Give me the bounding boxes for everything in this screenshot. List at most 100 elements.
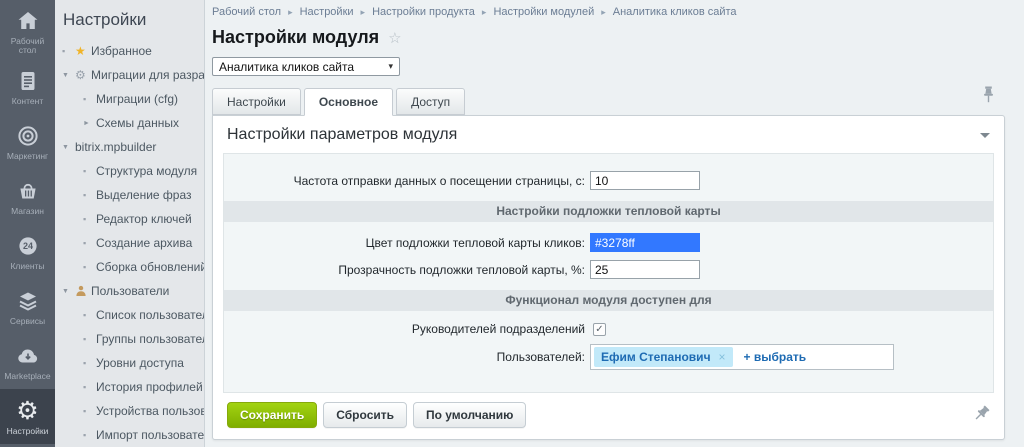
- field-label: Руководителей подразделений: [224, 322, 590, 336]
- sidebar-item-users[interactable]: ▼ Пользователи: [55, 279, 204, 303]
- bullet-icon: ▪: [62, 47, 75, 56]
- managers-checkbox[interactable]: ✓: [593, 323, 606, 336]
- user-icon: [75, 285, 91, 297]
- sidebar-item-phrase-highlight[interactable]: ▪ Выделение фраз: [55, 183, 204, 207]
- basket-icon: [16, 178, 40, 204]
- nav-item-shop[interactable]: Магазин: [0, 169, 55, 224]
- form-row-frequency: Частота отправки данных о посещении стра…: [224, 171, 993, 190]
- bullet-icon: ▪: [83, 431, 96, 440]
- sidebar-item-module-structure[interactable]: ▪ Структура модуля: [55, 159, 204, 183]
- sidebar-item-label: Импорт пользователей: [96, 428, 204, 442]
- nav-item-clients[interactable]: 24 Клиенты: [0, 224, 55, 279]
- sidebar-item-migrations[interactable]: ▼ ⚙ Миграции для разработчик: [55, 63, 204, 87]
- page-title: Настройки модуля: [212, 27, 379, 48]
- breadcrumb-module-settings[interactable]: Настройки модулей: [493, 6, 594, 18]
- field-label: Частота отправки данных о посещении стра…: [224, 174, 590, 188]
- sidebar-item-favorites[interactable]: ▪ ★ Избранное: [55, 39, 204, 63]
- reset-button[interactable]: Сбросить: [323, 402, 407, 428]
- sidebar-item-user-list[interactable]: ▪ Список пользователей: [55, 303, 204, 327]
- gear-icon: ⚙: [75, 69, 91, 81]
- sidebar-item-user-import[interactable]: ▪ Импорт пользователей: [55, 423, 204, 447]
- default-button[interactable]: По умолчанию: [413, 402, 526, 428]
- breadcrumb-settings[interactable]: Настройки: [300, 6, 354, 18]
- nav-item-label: Marketplace: [4, 372, 50, 381]
- sidebar-item-label: Схемы данных: [96, 116, 179, 130]
- sidebar-item-user-devices[interactable]: ▪ Устройства пользователей: [55, 399, 204, 423]
- star-icon: ★: [75, 45, 91, 57]
- sidebar-item-updates-build[interactable]: ▪ Сборка обновлений: [55, 255, 204, 279]
- sidebar-item-label: Миграции для разработчик: [91, 68, 204, 82]
- nav-item-content[interactable]: Контент: [0, 59, 55, 114]
- settings-form: Частота отправки данных о посещении стра…: [223, 153, 994, 393]
- nav-item-settings[interactable]: ⚙ Настройки: [0, 389, 55, 444]
- bullet-icon: ▪: [83, 311, 96, 320]
- sidebar-item-archive[interactable]: ▪ Создание архива: [55, 231, 204, 255]
- module-select[interactable]: Аналитика кликов сайта ▾: [212, 57, 400, 76]
- tab-settings[interactable]: Настройки: [212, 88, 301, 115]
- buttons-bar: Сохранить Сбросить По умолчанию: [213, 393, 1004, 439]
- sidebar-item-label: Редактор ключей: [96, 212, 192, 226]
- tab-main[interactable]: Основное: [304, 88, 393, 116]
- sidebar-item-label: Сборка обновлений: [96, 260, 204, 274]
- expand-down-icon: ▼: [62, 144, 75, 151]
- sidebar-item-label: Миграции (cfg): [96, 92, 178, 106]
- bullet-icon: ▪: [83, 335, 96, 344]
- user-tag-name: Ефим Степанович: [601, 350, 711, 364]
- sidebar-item-mpbuilder[interactable]: ▼ bitrix.mpbuilder: [55, 135, 204, 159]
- form-row-managers: Руководителей подразделений ✓: [224, 322, 993, 336]
- save-button[interactable]: Сохранить: [227, 402, 317, 428]
- field-label: Цвет подложки тепловой карты кликов:: [224, 236, 590, 250]
- field-label: Прозрачность подложки тепловой карты, %:: [224, 263, 590, 277]
- collapse-section-icon[interactable]: [980, 133, 990, 138]
- nav-item-services[interactable]: Сервисы: [0, 279, 55, 334]
- frequency-input[interactable]: [590, 171, 700, 190]
- opacity-input[interactable]: [590, 260, 700, 279]
- sidebar-item-user-groups[interactable]: ▪ Группы пользователей: [55, 327, 204, 351]
- cloud-download-icon: [16, 343, 40, 369]
- nav-item-label: Маркетинг: [7, 152, 48, 161]
- sidebar-item-label: Избранное: [91, 44, 152, 58]
- sidebar-item-label: Группы пользователей: [96, 332, 204, 346]
- clients-24-icon: 24: [16, 233, 40, 259]
- users-tag-input[interactable]: Ефим Степанович × + выбрать: [590, 344, 894, 370]
- expand-down-icon: ▼: [62, 288, 75, 295]
- nav-item-desktop[interactable]: Рабочий стол: [0, 4, 55, 59]
- section-title: Настройки параметров модуля: [227, 126, 457, 144]
- panel-header: Настройки параметров модуля: [213, 116, 1004, 153]
- remove-tag-icon[interactable]: ×: [719, 350, 726, 364]
- sidebar-item-label: Список пользователей: [96, 308, 204, 322]
- main-nav-sidebar: Рабочий стол Контент Маркетинг Магазин 2…: [0, 0, 55, 447]
- sidebar-item-profile-history[interactable]: ▪ История профилей: [55, 375, 204, 399]
- expand-right-icon: ►: [83, 120, 96, 127]
- bullet-icon: ▪: [83, 383, 96, 392]
- bullet-icon: ▪: [83, 167, 96, 176]
- bullseye-icon: [16, 123, 40, 149]
- breadcrumb-desktop[interactable]: Рабочий стол: [212, 6, 281, 18]
- document-icon: [16, 68, 40, 94]
- breadcrumb-product-settings[interactable]: Настройки продукта: [372, 6, 475, 18]
- sidebar-item-label: Уровни доступа: [96, 356, 184, 370]
- bullet-icon: ▪: [83, 239, 96, 248]
- group-header-access: Функционал модуля доступен для: [224, 290, 993, 311]
- breadcrumb-click-analytics[interactable]: Аналитика кликов сайта: [613, 6, 737, 18]
- sidebar-item-access-levels[interactable]: ▪ Уровни доступа: [55, 351, 204, 375]
- module-select-value: Аналитика кликов сайта: [219, 60, 354, 74]
- favorite-star-icon[interactable]: ☆: [388, 29, 401, 47]
- add-user-button[interactable]: + выбрать: [744, 350, 807, 364]
- form-row-users: Пользователей: Ефим Степанович × + выбра…: [224, 344, 993, 370]
- pin-tilted-icon[interactable]: [973, 405, 990, 422]
- sidebar-item-key-editor[interactable]: ▪ Редактор ключей: [55, 207, 204, 231]
- sidebar-item-data-schemes[interactable]: ► Схемы данных: [55, 111, 204, 135]
- tab-access[interactable]: Доступ: [396, 88, 465, 115]
- sidebar-item-migrations-cfg[interactable]: ▪ Миграции (cfg): [55, 87, 204, 111]
- user-tag: Ефим Степанович ×: [594, 347, 733, 367]
- gear-icon: ⚙: [16, 398, 38, 424]
- sidebar-title: Настройки: [55, 0, 204, 39]
- expand-down-icon: ▼: [62, 72, 75, 79]
- nav-item-marketing[interactable]: Маркетинг: [0, 114, 55, 169]
- sidebar-item-label: Структура модуля: [96, 164, 197, 178]
- heatmap-color-input[interactable]: [590, 233, 700, 252]
- sidebar-item-label: Устройства пользователей: [96, 404, 204, 418]
- nav-item-marketplace[interactable]: Marketplace: [0, 334, 55, 389]
- nav-item-label: Контент: [12, 97, 44, 106]
